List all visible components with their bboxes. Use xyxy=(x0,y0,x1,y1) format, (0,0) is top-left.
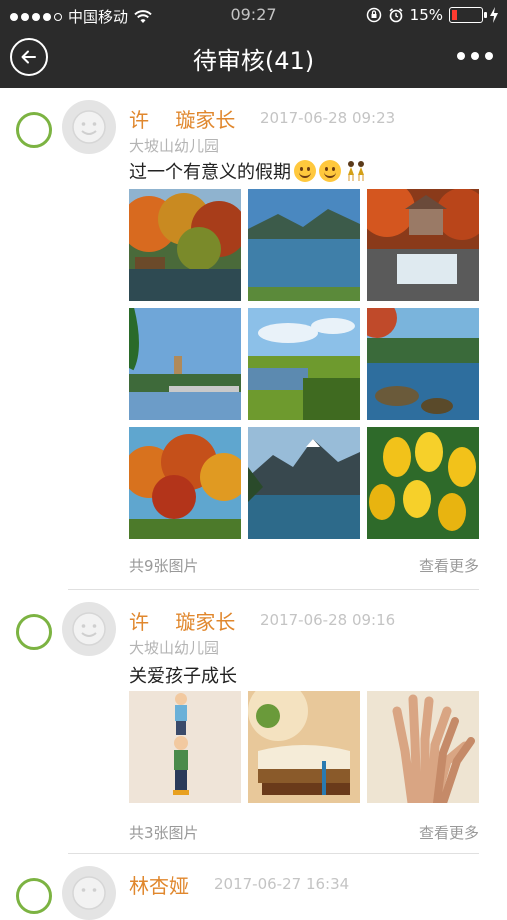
avatar[interactable] xyxy=(62,866,116,920)
post-text-row: 过一个有意义的假期 xyxy=(129,158,368,184)
hands-photo[interactable] xyxy=(367,691,479,803)
see-more-link[interactable]: 查看更多 xyxy=(419,822,479,843)
waterfall-mill-photo[interactable] xyxy=(367,189,479,301)
nav-bar: 待审核(41) xyxy=(0,30,507,88)
status-bar: 中国移动 09:27 15% xyxy=(0,0,507,30)
review-feed: 许 璇家长 2017-06-28 09:23 大坡山幼儿园 过一个有意义的假期 xyxy=(0,88,507,920)
more-dots-icon xyxy=(457,52,465,60)
post-text: 关爱孩子成长 xyxy=(129,666,237,687)
post-item: 许 璇家长 2017-06-28 09:23 大坡山幼儿园 过一个有意义的假期 xyxy=(0,88,507,590)
smiling-face-icon xyxy=(294,160,316,182)
smiling-face-icon xyxy=(319,160,341,182)
post-item: 林杏娅 2017-06-27 16:34 xyxy=(0,854,507,920)
photo-count: 共9张图片 xyxy=(129,557,199,575)
avatar[interactable] xyxy=(62,100,116,154)
post-time: 2017-06-27 16:34 xyxy=(214,875,350,893)
yellow-tulips-photo[interactable] xyxy=(367,427,479,539)
autumn-forest-photo[interactable] xyxy=(129,427,241,539)
post-time: 2017-06-28 09:16 xyxy=(260,611,396,629)
select-radio[interactable] xyxy=(16,878,52,914)
see-more-link[interactable]: 查看更多 xyxy=(419,555,479,576)
post-text: 过一个有意义的假期 xyxy=(129,162,291,183)
battery-percent: 15% xyxy=(409,6,443,24)
alarm-icon xyxy=(389,8,403,23)
select-radio[interactable] xyxy=(16,614,52,650)
green-meadow-photo[interactable] xyxy=(248,308,360,420)
post-item: 许 璇家长 2017-06-28 09:16 大坡山幼儿园 关爱孩子成长 共3张… xyxy=(0,590,507,854)
dancers-icon xyxy=(348,161,364,181)
battery-icon xyxy=(449,7,487,23)
author-name: 许 璇家长 xyxy=(129,610,236,634)
school-name: 大坡山幼儿园 xyxy=(129,137,220,155)
books-photo[interactable] xyxy=(248,691,360,803)
school-name: 大坡山幼儿园 xyxy=(129,639,220,657)
author-name: 林杏娅 xyxy=(129,874,189,898)
autumn-lake-photo[interactable] xyxy=(129,189,241,301)
default-face-icon xyxy=(72,876,106,910)
mountain-valley-lake-photo[interactable] xyxy=(248,427,360,539)
post-time: 2017-06-28 09:23 xyxy=(260,109,396,127)
photo-grid xyxy=(129,691,479,803)
mountain-lake-photo[interactable] xyxy=(248,189,360,301)
top-bar: 中国移动 09:27 15% 待审核(41) xyxy=(0,0,507,88)
default-face-icon xyxy=(72,612,106,646)
photo-count: 共3张图片 xyxy=(129,824,199,842)
lake-rocks-photo[interactable] xyxy=(367,308,479,420)
page-title: 待审核(41) xyxy=(192,47,315,75)
stacked-kids-photo[interactable] xyxy=(129,691,241,803)
photo-grid xyxy=(129,189,479,539)
charging-icon xyxy=(490,7,498,23)
pagoda-lake-photo[interactable] xyxy=(129,308,241,420)
rotation-lock-icon xyxy=(366,7,381,23)
post-text-row: 关爱孩子成长 xyxy=(129,662,237,688)
avatar[interactable] xyxy=(62,602,116,656)
author-name: 许 璇家长 xyxy=(129,108,236,132)
default-face-icon xyxy=(72,110,106,144)
select-radio[interactable] xyxy=(16,112,52,148)
more-button[interactable] xyxy=(457,52,493,60)
